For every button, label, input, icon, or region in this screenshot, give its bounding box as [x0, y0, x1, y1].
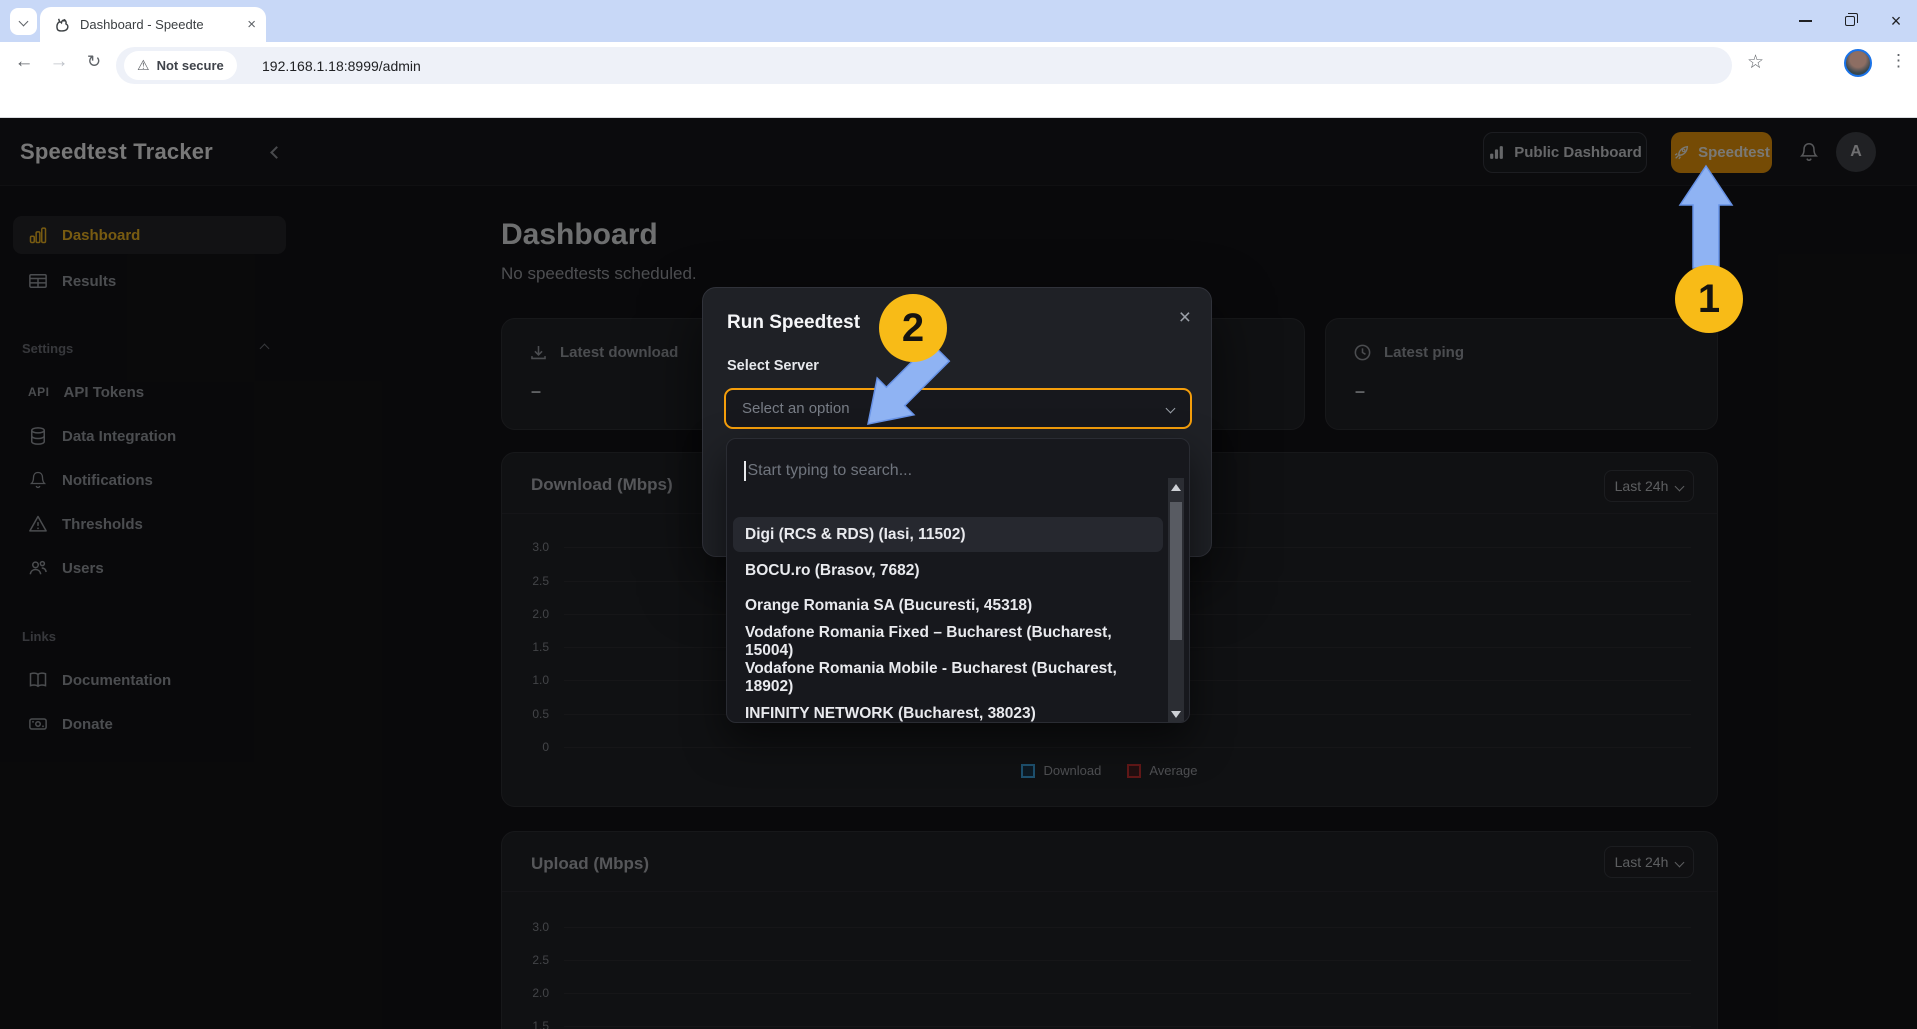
window-minimize-button[interactable]	[1785, 0, 1825, 42]
server-select[interactable]: Select an option	[724, 388, 1192, 429]
browser-toolbar: ← → ↻ ⚠ Not secure 192.168.1.18:8999/adm…	[0, 42, 1917, 118]
dropdown-scrollbar[interactable]	[1168, 478, 1184, 723]
restore-icon	[1845, 16, 1855, 26]
site-favicon	[53, 16, 71, 34]
not-secure-label: Not secure	[157, 58, 224, 73]
server-option[interactable]: BOCU.ro (Brasov, 7682)	[733, 553, 1163, 588]
modal-title: Run Speedtest	[727, 312, 860, 334]
select-placeholder: Select an option	[742, 400, 850, 417]
minimize-icon	[1799, 20, 1812, 22]
search-placeholder: Start typing to search...	[748, 462, 913, 480]
reload-button[interactable]: ↻	[78, 46, 110, 78]
modal-close-icon[interactable]: ×	[1179, 306, 1191, 330]
tab-search-button[interactable]	[10, 8, 37, 35]
browser-tab[interactable]: Dashboard - Speedte ×	[40, 7, 266, 42]
server-search-input[interactable]: Start typing to search...	[744, 461, 912, 481]
url-text: 192.168.1.18:8999/admin	[262, 47, 421, 84]
server-option[interactable]: Digi (RCS & RDS) (Iasi, 11502)	[733, 517, 1163, 552]
scroll-up-icon[interactable]	[1171, 484, 1181, 491]
window-restore-button[interactable]	[1830, 0, 1870, 42]
warning-icon: ⚠	[137, 57, 150, 74]
chevron-down-icon	[19, 17, 29, 27]
browser-menu-icon[interactable]: ⋮	[1890, 51, 1907, 71]
chevron-down-icon	[1166, 404, 1176, 414]
select-server-label: Select Server	[727, 358, 819, 374]
server-option[interactable]: Orange Romania SA (Bucuresti, 45318)	[733, 588, 1163, 623]
server-dropdown: Start typing to search... Closest server…	[726, 438, 1190, 723]
window-close-button[interactable]: ×	[1876, 0, 1916, 42]
server-option[interactable]: INFINITY NETWORK (Bucharest, 38023)	[733, 696, 1163, 723]
annotation-step-2: 2	[879, 294, 947, 362]
back-button[interactable]: ←	[8, 46, 40, 78]
text-caret	[744, 461, 746, 481]
step-number: 2	[902, 306, 924, 351]
browser-tab-strip: Dashboard - Speedte × ×	[0, 0, 1917, 42]
tab-title: Dashboard - Speedte	[80, 17, 232, 32]
step-number: 1	[1698, 277, 1720, 322]
tab-close-icon[interactable]: ×	[247, 17, 256, 32]
forward-button[interactable]: →	[43, 46, 75, 78]
server-option[interactable]: Vodafone Romania Mobile - Bucharest (Buc…	[733, 660, 1163, 695]
not-secure-chip[interactable]: ⚠ Not secure	[124, 51, 237, 80]
annotation-step-1: 1	[1675, 265, 1743, 333]
bookmark-star-icon[interactable]: ☆	[1747, 51, 1764, 74]
scroll-down-icon[interactable]	[1171, 711, 1181, 718]
browser-profile-avatar[interactable]	[1844, 49, 1872, 77]
address-bar[interactable]: ⚠ Not secure 192.168.1.18:8999/admin	[116, 47, 1732, 84]
scrollbar-thumb[interactable]	[1170, 502, 1182, 640]
server-option[interactable]: Vodafone Romania Fixed – Bucharest (Buch…	[733, 624, 1163, 659]
